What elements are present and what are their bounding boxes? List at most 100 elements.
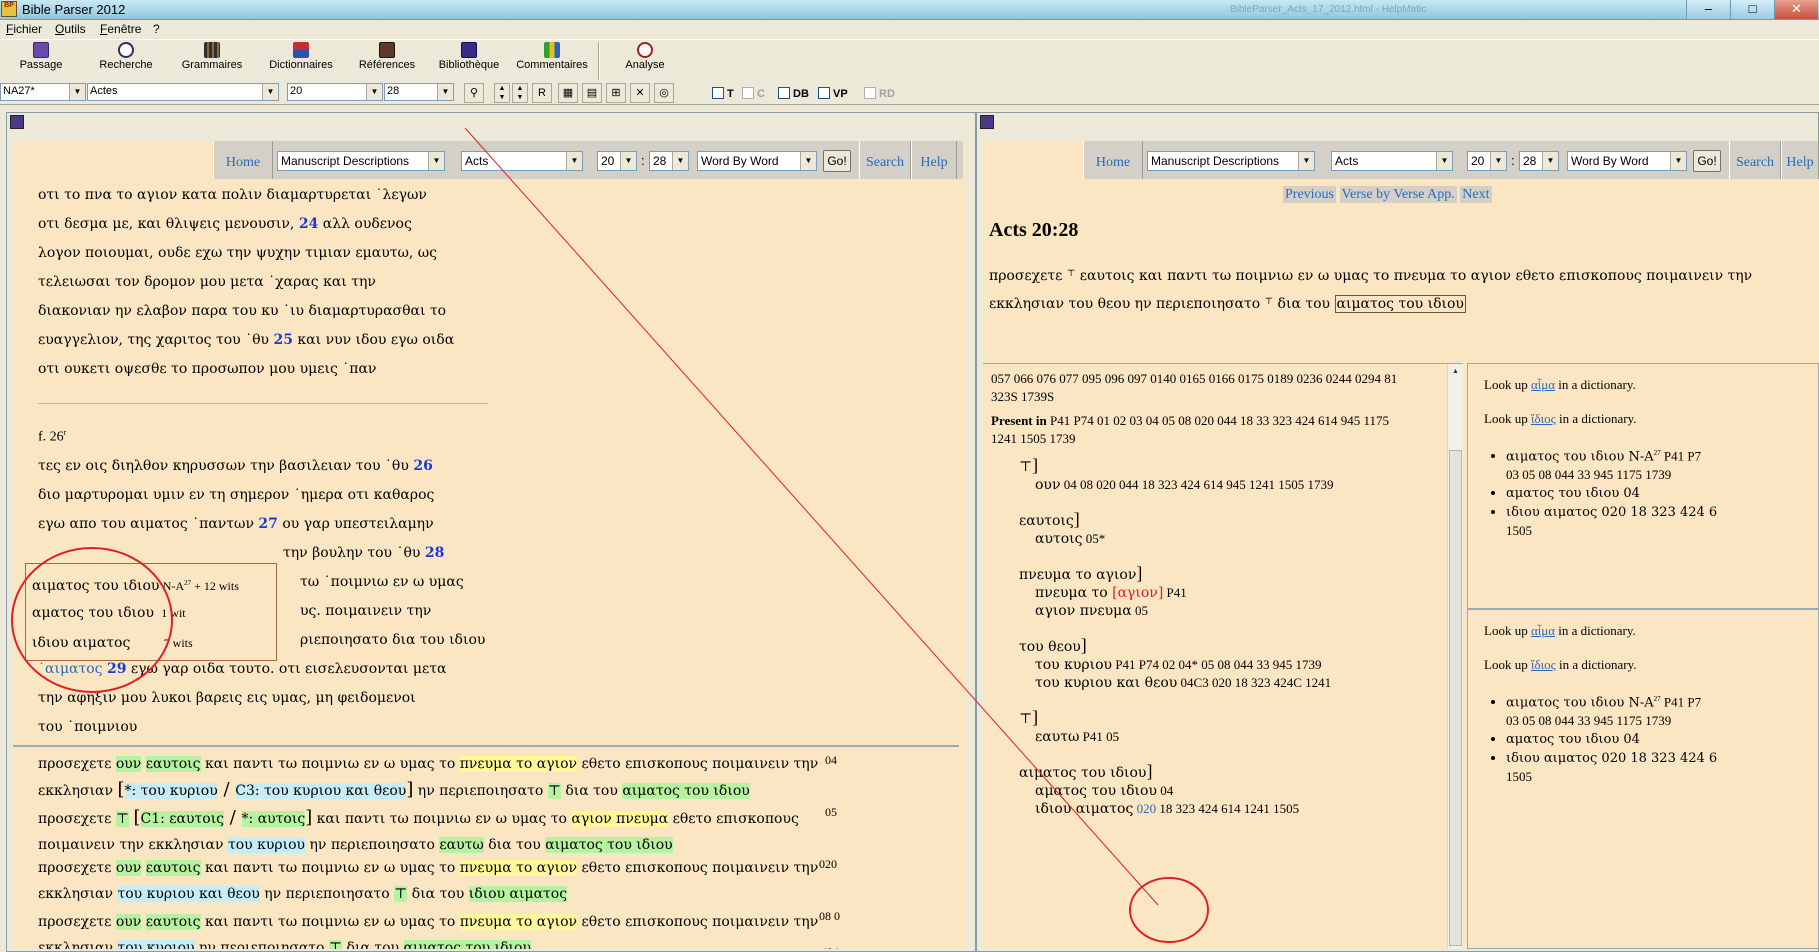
right-document-window: Home Manuscript Descriptions ▼ Acts ▼ 20 ▼ … <box>976 112 1819 952</box>
dictionary-icon <box>293 42 309 58</box>
minimize-button[interactable]: – <box>1686 0 1730 19</box>
check-t[interactable]: T <box>712 87 734 100</box>
interlinear-icon[interactable]: ▦ <box>558 83 578 103</box>
scroll-up-icon[interactable]: ▲ <box>1448 364 1463 379</box>
manuscript-select[interactable]: Manuscript Descriptions ▼ <box>1147 151 1315 171</box>
dict-link-idios[interactable]: ἴδιος <box>1531 657 1556 672</box>
verse-number[interactable]: 27 <box>258 516 277 532</box>
chevron-down-icon: ▼ <box>69 84 85 100</box>
search-link[interactable]: Search <box>1729 141 1781 179</box>
verse-select[interactable]: 28 ▼ <box>384 83 454 101</box>
check-db[interactable]: DB <box>778 87 809 100</box>
dict-link-aima[interactable]: αἷμα <box>1531 377 1555 392</box>
ms-line: εγω απο του αιματος ˙παντων 27 ου γαρ υπ… <box>38 515 434 532</box>
ms-line: τελειωσαι τον δρομον μου μετα ˙χαρας και… <box>38 274 376 290</box>
books-stack-icon[interactable]: ▤ <box>582 83 602 103</box>
magnifier-icon <box>118 42 134 58</box>
apparatus-unit: εαυτοις] αυτοις 05* <box>1019 509 1106 547</box>
apparatus-unit: αιματος του ιδιου] αματος του ιδιου 04 ι… <box>1019 761 1300 817</box>
book-dropdown[interactable]: Acts ▼ <box>1331 151 1453 171</box>
popup-row[interactable]: ιδιου αιματος 7 wits <box>32 628 270 658</box>
references-button[interactable]: Références <box>348 40 426 82</box>
verse-number[interactable]: 24 <box>299 216 318 232</box>
help-link[interactable]: Help <box>1781 141 1819 179</box>
chevron-down-icon: ▼ <box>800 152 816 170</box>
menu-help[interactable]: ? <box>153 22 160 36</box>
text-select[interactable]: NA27* ▼ <box>0 83 86 101</box>
spin-button[interactable]: ▲ ▼ <box>494 83 510 103</box>
go-button[interactable]: Go! <box>823 150 851 172</box>
book-dropdown[interactable]: Acts ▼ <box>461 151 583 171</box>
apparatus-scrollbar[interactable]: ▲ <box>1447 364 1463 949</box>
menu-bar: Fichier Outils Fenêtre ? <box>0 20 1819 39</box>
menu-outils[interactable]: Outils <box>55 22 86 36</box>
bibliotheque-button[interactable]: Bibliothèque <box>430 40 508 82</box>
verse-number[interactable]: 29 <box>107 661 126 677</box>
recherche-button[interactable]: Recherche <box>88 40 164 82</box>
verse-dropdown[interactable]: 28 ▼ <box>649 151 689 171</box>
zoom-search-button[interactable]: ⚲ <box>464 83 484 103</box>
omission-mark[interactable]: ⊤ <box>1265 297 1273 307</box>
commentaires-button[interactable]: Commentaires <box>510 40 594 82</box>
disc-icon[interactable]: ◎ <box>654 83 674 103</box>
passage-button[interactable]: Passage <box>10 40 72 82</box>
scroll-thumb[interactable] <box>1449 450 1462 946</box>
analyse-button[interactable]: Analyse <box>614 40 676 82</box>
dictionnaires-button[interactable]: Dictionnaires <box>256 40 346 82</box>
commentaries-icon <box>544 42 560 58</box>
app-logo-icon: BP <box>1 1 17 17</box>
help-link[interactable]: Help <box>911 141 957 179</box>
verse-number[interactable]: 28 <box>425 545 444 561</box>
omission-mark[interactable]: ⊤ <box>1067 269 1075 279</box>
verse-by-verse-link[interactable]: Verse by Verse App. <box>1339 186 1457 203</box>
check-vp[interactable]: VP <box>818 87 848 100</box>
chevron-down-icon: ▼ <box>1490 152 1506 170</box>
previous-link[interactable]: Previous <box>1283 186 1336 203</box>
main-toolbar: Passage Recherche Grammaires Dictionnair… <box>0 39 1819 81</box>
grammaires-button[interactable]: Grammaires <box>172 40 252 82</box>
tools-icon[interactable]: ✕ <box>630 83 650 103</box>
verse-number[interactable]: 26 <box>413 458 432 474</box>
chevron-down-icon: ▼ <box>437 84 453 100</box>
home-link[interactable]: Home <box>1083 141 1143 179</box>
search-link[interactable]: Search <box>859 141 911 179</box>
check-c[interactable]: C <box>742 87 765 100</box>
menu-fenetre[interactable]: Fenêtre <box>100 22 141 36</box>
magnifier-icon: ⚲ <box>469 87 479 99</box>
chevron-down-icon: ▼ <box>428 152 444 170</box>
selected-phrase[interactable]: αιματος του ιδιου <box>1334 295 1466 313</box>
go-button[interactable]: Go! <box>1693 150 1721 172</box>
spin-button-2[interactable]: ▲ ▼ <box>512 83 528 103</box>
ms-siglum: 020 <box>819 857 837 871</box>
book-select[interactable]: Actes ▼ <box>87 83 279 101</box>
right-window-header <box>977 113 1818 131</box>
next-link[interactable]: Next <box>1460 186 1492 203</box>
chapter-dropdown[interactable]: 20 ▼ <box>1467 151 1507 171</box>
book-icon <box>33 42 49 58</box>
mode-dropdown[interactable]: Word By Word ▼ <box>1567 151 1687 171</box>
network-icon[interactable]: ⊞ <box>606 83 626 103</box>
manuscript-select[interactable]: Manuscript Descriptions ▼ <box>277 151 445 171</box>
verse-number[interactable]: 25 <box>273 332 292 348</box>
verse-dropdown[interactable]: 28 ▼ <box>1519 151 1559 171</box>
left-nav-bar: Home Manuscript Descriptions ▼ Acts ▼ 20 ▼ … <box>13 141 965 179</box>
mode-dropdown[interactable]: Word By Word ▼ <box>697 151 817 171</box>
apparatus-pane: 057 066 076 077 095 096 097 0140 0165 01… <box>983 363 1463 949</box>
chapter-dropdown[interactable]: 20 ▼ <box>597 151 637 171</box>
chapter-select[interactable]: 20 ▼ <box>287 83 383 101</box>
ms-line: την αφηξιν μου λυκοι βαρεις εις υμας, μη… <box>38 689 416 706</box>
ms-line: του ˙ποιμνιου <box>38 718 138 735</box>
maximize-button[interactable]: □ <box>1730 0 1774 19</box>
popup-row[interactable]: αματος του ιδιου 1 wit <box>32 598 270 628</box>
check-rd[interactable]: RD <box>864 87 895 100</box>
collation-pane: προσεχετε ουν εαυτοις και παντι τω ποιμν… <box>13 745 959 949</box>
dict-link-aima[interactable]: αἷμα <box>1531 623 1555 638</box>
r-button[interactable]: R <box>532 83 552 103</box>
home-link[interactable]: Home <box>213 141 273 179</box>
menu-fichier[interactable]: Fichier <box>6 22 42 36</box>
ms-line: διακονιαν ην ελαβον παρα του κυ ˙ιυ διαμ… <box>38 303 447 319</box>
popup-row[interactable]: αιματος του ιδιου N-A27 + 12 wits <box>32 568 270 598</box>
close-button[interactable]: ✕ <box>1774 0 1818 19</box>
window-icon <box>980 115 994 129</box>
dict-link-idios[interactable]: ἴδιος <box>1531 411 1556 426</box>
